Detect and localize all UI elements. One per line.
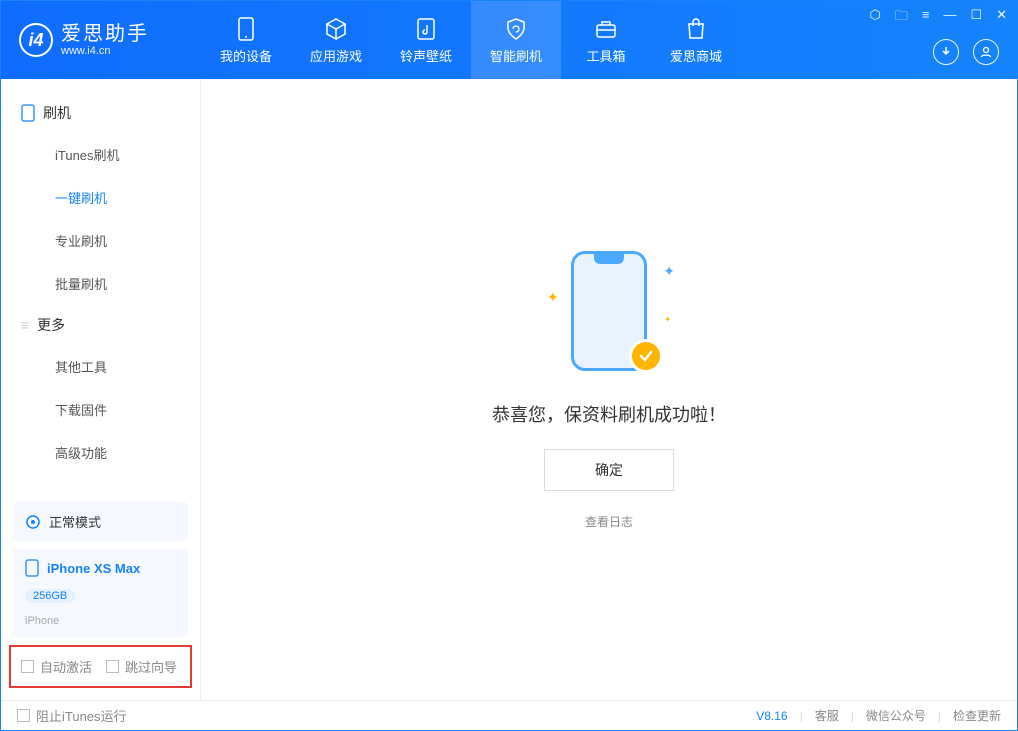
- sidebar-item-itunes[interactable]: iTunes刷机: [1, 133, 200, 176]
- device-type: iPhone: [25, 615, 59, 627]
- highlighted-options: 自动激活 跳过向导: [9, 645, 192, 688]
- auto-activate-checkbox[interactable]: 自动激活: [21, 657, 92, 676]
- brand-name: 爱思助手: [61, 23, 149, 45]
- header-actions: [933, 39, 999, 65]
- download-button[interactable]: [933, 39, 959, 65]
- sidebar-item-firmware[interactable]: 下载固件: [1, 388, 200, 431]
- block-itunes-checkbox[interactable]: 阻止iTunes运行: [17, 706, 127, 725]
- wechat-link[interactable]: 微信公众号: [866, 707, 926, 724]
- main-content: ✦ ✦ ✦ 恭喜您，保资料刷机成功啦！ 确定 查看日志: [201, 79, 1017, 700]
- status-bar: 阻止iTunes运行 V8.16 | 客服 | 微信公众号 | 检查更新: [1, 700, 1017, 730]
- nav-flash[interactable]: 智能刷机: [471, 1, 561, 79]
- support-link[interactable]: 客服: [815, 707, 839, 724]
- sidebar-item-other[interactable]: 其他工具: [1, 345, 200, 388]
- phone-icon: [25, 559, 39, 577]
- toolbox-icon: [593, 16, 619, 42]
- skip-guide-checkbox[interactable]: 跳过向导: [106, 657, 177, 676]
- app-body: 刷机 iTunes刷机 一键刷机 专业刷机 批量刷机 ≡ 更多 其他工具 下载固…: [1, 79, 1017, 700]
- sidebar-bottom: 正常模式 iPhone XS Max 256GB iPhone 自动激活 跳过向…: [1, 494, 200, 700]
- device-capacity: 256GB: [25, 589, 75, 603]
- update-link[interactable]: 检查更新: [953, 707, 1001, 724]
- confirm-button[interactable]: 确定: [544, 449, 674, 491]
- close-button[interactable]: ✕: [996, 7, 1007, 29]
- sidebar-item-advanced[interactable]: 高级功能: [1, 431, 200, 474]
- nav-toolbox[interactable]: 工具箱: [561, 1, 651, 79]
- view-log-link[interactable]: 查看日志: [585, 513, 633, 530]
- success-illustration: ✦ ✦ ✦: [549, 249, 669, 379]
- version-label: V8.16: [756, 709, 787, 723]
- sidebar-section-more: ≡ 更多: [1, 305, 200, 345]
- app-header: i4 爱思助手 www.i4.cn 我的设备 应用游戏 铃声壁纸 智能刷机 工具…: [1, 1, 1017, 79]
- success-message: 恭喜您，保资料刷机成功啦！: [492, 401, 726, 427]
- maximize-button[interactable]: ☐: [970, 7, 982, 29]
- shield-refresh-icon: [503, 16, 529, 42]
- device-icon: [233, 16, 259, 42]
- sidebar-section-flash: 刷机: [1, 93, 200, 133]
- sidebar-item-pro[interactable]: 专业刷机: [1, 219, 200, 262]
- music-file-icon: [413, 16, 439, 42]
- nav-store[interactable]: 爱思商城: [651, 1, 741, 79]
- lock-icon[interactable]: 🗀: [895, 7, 908, 29]
- logo-text: 爱思助手 www.i4.cn: [61, 23, 149, 57]
- menu-icon[interactable]: ≡: [922, 7, 930, 29]
- shirt-icon[interactable]: ⬡: [869, 7, 880, 29]
- device-name: iPhone XS Max: [47, 561, 140, 576]
- cube-icon: [323, 16, 349, 42]
- list-icon: ≡: [21, 317, 29, 333]
- user-button[interactable]: [973, 39, 999, 65]
- minimize-button[interactable]: —: [943, 7, 956, 29]
- main-nav: 我的设备 应用游戏 铃声壁纸 智能刷机 工具箱 爱思商城: [201, 1, 741, 79]
- sidebar-item-batch[interactable]: 批量刷机: [1, 262, 200, 305]
- brand-url: www.i4.cn: [61, 45, 149, 57]
- bag-icon: [683, 16, 709, 42]
- logo-icon: i4: [19, 23, 53, 57]
- nav-my-device[interactable]: 我的设备: [201, 1, 291, 79]
- mode-card[interactable]: 正常模式: [13, 502, 188, 541]
- phone-icon: [21, 104, 35, 122]
- logo-area: i4 爱思助手 www.i4.cn: [1, 23, 201, 57]
- nav-apps-games[interactable]: 应用游戏: [291, 1, 381, 79]
- device-card[interactable]: iPhone XS Max 256GB iPhone: [13, 549, 188, 637]
- checkmark-icon: [629, 339, 663, 373]
- refresh-icon: [25, 514, 41, 530]
- sidebar: 刷机 iTunes刷机 一键刷机 专业刷机 批量刷机 ≡ 更多 其他工具 下载固…: [1, 79, 201, 700]
- sidebar-item-onekey[interactable]: 一键刷机: [1, 176, 200, 219]
- window-controls: ⬡ 🗀 ≡ — ☐ ✕: [869, 7, 1007, 29]
- nav-ringtones[interactable]: 铃声壁纸: [381, 1, 471, 79]
